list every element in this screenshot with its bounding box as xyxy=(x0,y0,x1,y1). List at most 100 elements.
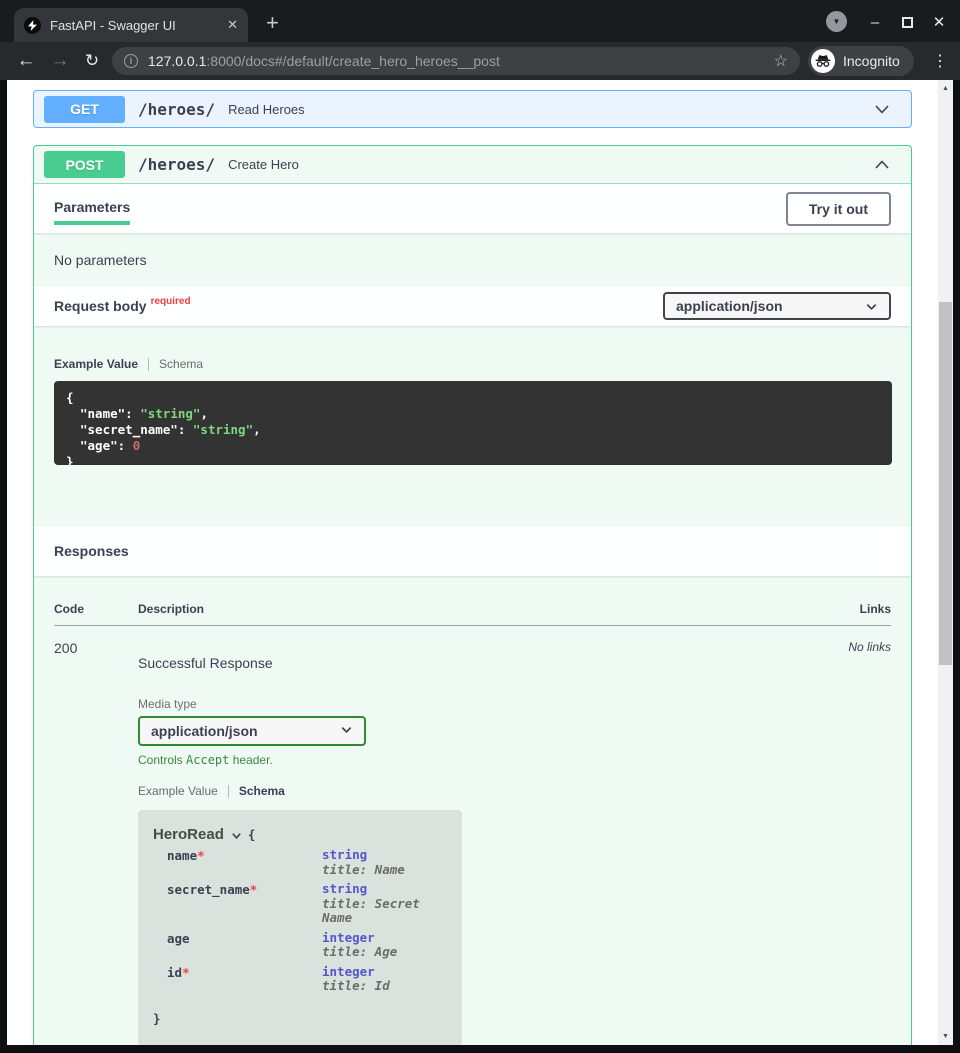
column-links: Links xyxy=(771,602,891,616)
post-path: /heroes/ xyxy=(138,155,215,174)
forward-button[interactable]: → xyxy=(46,42,74,80)
property-detail: string title: Name xyxy=(322,848,405,877)
window-close-button[interactable]: ✕ xyxy=(928,11,950,33)
property-title: title: Secret Name xyxy=(322,897,447,926)
bookmark-star-icon[interactable]: ☆ xyxy=(774,51,788,71)
column-description: Description xyxy=(138,602,771,616)
property-name: age xyxy=(167,931,322,960)
url-path: :8000/docs#/default/create_hero_heroes__… xyxy=(206,53,499,69)
property-type: string xyxy=(322,882,447,897)
chevron-up-icon[interactable] xyxy=(872,155,892,175)
chevron-down-icon[interactable] xyxy=(872,99,892,119)
property-title: title: Name xyxy=(322,863,405,878)
response-200-description: Successful Response xyxy=(138,655,771,671)
incognito-label: Incognito xyxy=(843,53,900,69)
url-host: 127.0.0.1 xyxy=(148,53,206,69)
post-summary: Create Hero xyxy=(228,157,299,172)
window-minimize-button[interactable]: – xyxy=(864,11,886,33)
post-method-badge: POST xyxy=(44,151,125,178)
new-tab-button[interactable]: + xyxy=(266,8,279,38)
responses-section-header: Responses xyxy=(34,526,911,576)
model-close-brace: } xyxy=(153,1011,447,1026)
responses-title: Responses xyxy=(54,543,129,559)
property-type: integer xyxy=(322,965,390,980)
model-open-brace: { xyxy=(248,827,256,842)
no-parameters-text: No parameters xyxy=(34,233,911,286)
property-type: string xyxy=(322,848,405,863)
property-detail: integer title: Age xyxy=(322,931,397,960)
parameters-section-header: Parameters Try it out xyxy=(34,184,911,233)
address-bar[interactable]: i 127.0.0.1:8000/docs#/default/create_he… xyxy=(112,47,800,75)
column-code: Code xyxy=(54,602,138,616)
try-it-out-button[interactable]: Try it out xyxy=(786,192,891,226)
window-frame-edge xyxy=(0,1045,960,1053)
fastapi-logo-icon xyxy=(24,17,41,34)
browser-menu-button[interactable]: ⋮ xyxy=(926,42,954,80)
window-maximize-button[interactable] xyxy=(896,11,918,33)
get-method-badge: GET xyxy=(44,96,125,123)
request-body-title: Request body xyxy=(54,298,147,314)
reload-button[interactable]: ↻ xyxy=(78,42,106,80)
responses-table: Code Description Links 200 Successful Re… xyxy=(34,576,911,1045)
property-detail: string title: Secret Name xyxy=(322,882,447,926)
tab-example-value[interactable]: Example Value xyxy=(54,357,138,371)
swagger-content: GET /heroes/ Read Heroes POST /heroes/ C… xyxy=(7,80,938,1045)
responses-table-header: Code Description Links xyxy=(54,602,891,626)
tab-schema[interactable]: Schema xyxy=(239,784,285,798)
response-content-type-select[interactable]: application/json xyxy=(138,716,366,746)
scrollbar-thumb[interactable] xyxy=(939,302,952,665)
chevron-down-icon xyxy=(865,300,878,313)
site-info-icon[interactable]: i xyxy=(124,54,138,68)
model-property: name* string title: Name xyxy=(153,848,447,877)
tab-close-icon[interactable]: ✕ xyxy=(227,17,238,33)
property-title: title: Age xyxy=(322,945,397,960)
model-title-row[interactable]: HeroRead { xyxy=(153,826,447,843)
required-label: required xyxy=(151,296,191,307)
response-200-links: No links xyxy=(771,640,891,1045)
browser-toolbar: ← → ↻ i 127.0.0.1:8000/docs#/default/cre… xyxy=(0,42,960,80)
response-code-200: 200 xyxy=(54,640,138,1045)
opblock-get-heroes[interactable]: GET /heroes/ Read Heroes xyxy=(33,90,912,128)
property-name: secret_name* xyxy=(167,882,322,926)
post-opblock-header[interactable]: POST /heroes/ Create Hero xyxy=(34,146,911,184)
chevron-down-icon xyxy=(340,723,353,739)
incognito-icon xyxy=(811,49,835,73)
incognito-badge: Incognito xyxy=(808,46,914,76)
chevron-down-icon[interactable] xyxy=(230,829,243,842)
controls-accept-note: Controls Accept header. xyxy=(138,753,771,767)
model-name: HeroRead xyxy=(153,826,224,843)
model-property: id* integer title: Id xyxy=(153,965,447,994)
tab-divider xyxy=(228,785,229,798)
heroread-model-box: HeroRead { name* string title: N xyxy=(138,810,462,1045)
scroll-down-arrow-icon[interactable]: ▼ xyxy=(938,1033,953,1040)
parameters-title: Parameters xyxy=(54,193,130,225)
request-content-type-value: application/json xyxy=(676,298,783,314)
tab-divider xyxy=(148,358,149,371)
browser-tab[interactable]: FastAPI - Swagger UI ✕ xyxy=(14,8,248,42)
get-path: /heroes/ xyxy=(138,100,215,119)
property-detail: integer title: Id xyxy=(322,965,390,994)
tab-example-value[interactable]: Example Value xyxy=(138,784,218,798)
browser-tab-bar: FastAPI - Swagger UI ✕ + ▼ – ✕ xyxy=(0,0,960,42)
request-example-code[interactable]: {"name": "string","secret_name": "string… xyxy=(54,381,892,465)
scroll-up-arrow-icon[interactable]: ▲ xyxy=(938,85,953,92)
request-example-tabs: Example Value Schema xyxy=(54,357,891,371)
tab-search-button[interactable]: ▼ xyxy=(826,11,847,32)
model-property: age integer title: Age xyxy=(153,931,447,960)
page-scrollbar[interactable]: ▲ ▼ xyxy=(938,80,953,1045)
property-name: name* xyxy=(167,848,322,877)
request-content-type-select[interactable]: application/json xyxy=(663,292,891,320)
response-example-tabs: Example Value Schema xyxy=(138,784,771,798)
maximize-icon xyxy=(902,17,913,28)
media-type-label: Media type xyxy=(138,697,771,711)
media-type-control: Media type application/json Controls Acc… xyxy=(138,697,771,767)
property-title: title: Id xyxy=(322,979,390,994)
response-200-description-cell: Successful Response Media type applicati… xyxy=(138,640,771,1045)
property-type: integer xyxy=(322,931,397,946)
back-button[interactable]: ← xyxy=(12,42,40,80)
request-body-section-header: Request body required application/json xyxy=(34,286,911,326)
tab-schema[interactable]: Schema xyxy=(159,357,203,371)
swagger-page: GET /heroes/ Read Heroes POST /heroes/ C… xyxy=(7,80,953,1045)
response-content-type-value: application/json xyxy=(151,723,258,739)
opblock-post-heroes: POST /heroes/ Create Hero Parameters Try… xyxy=(33,145,912,1045)
